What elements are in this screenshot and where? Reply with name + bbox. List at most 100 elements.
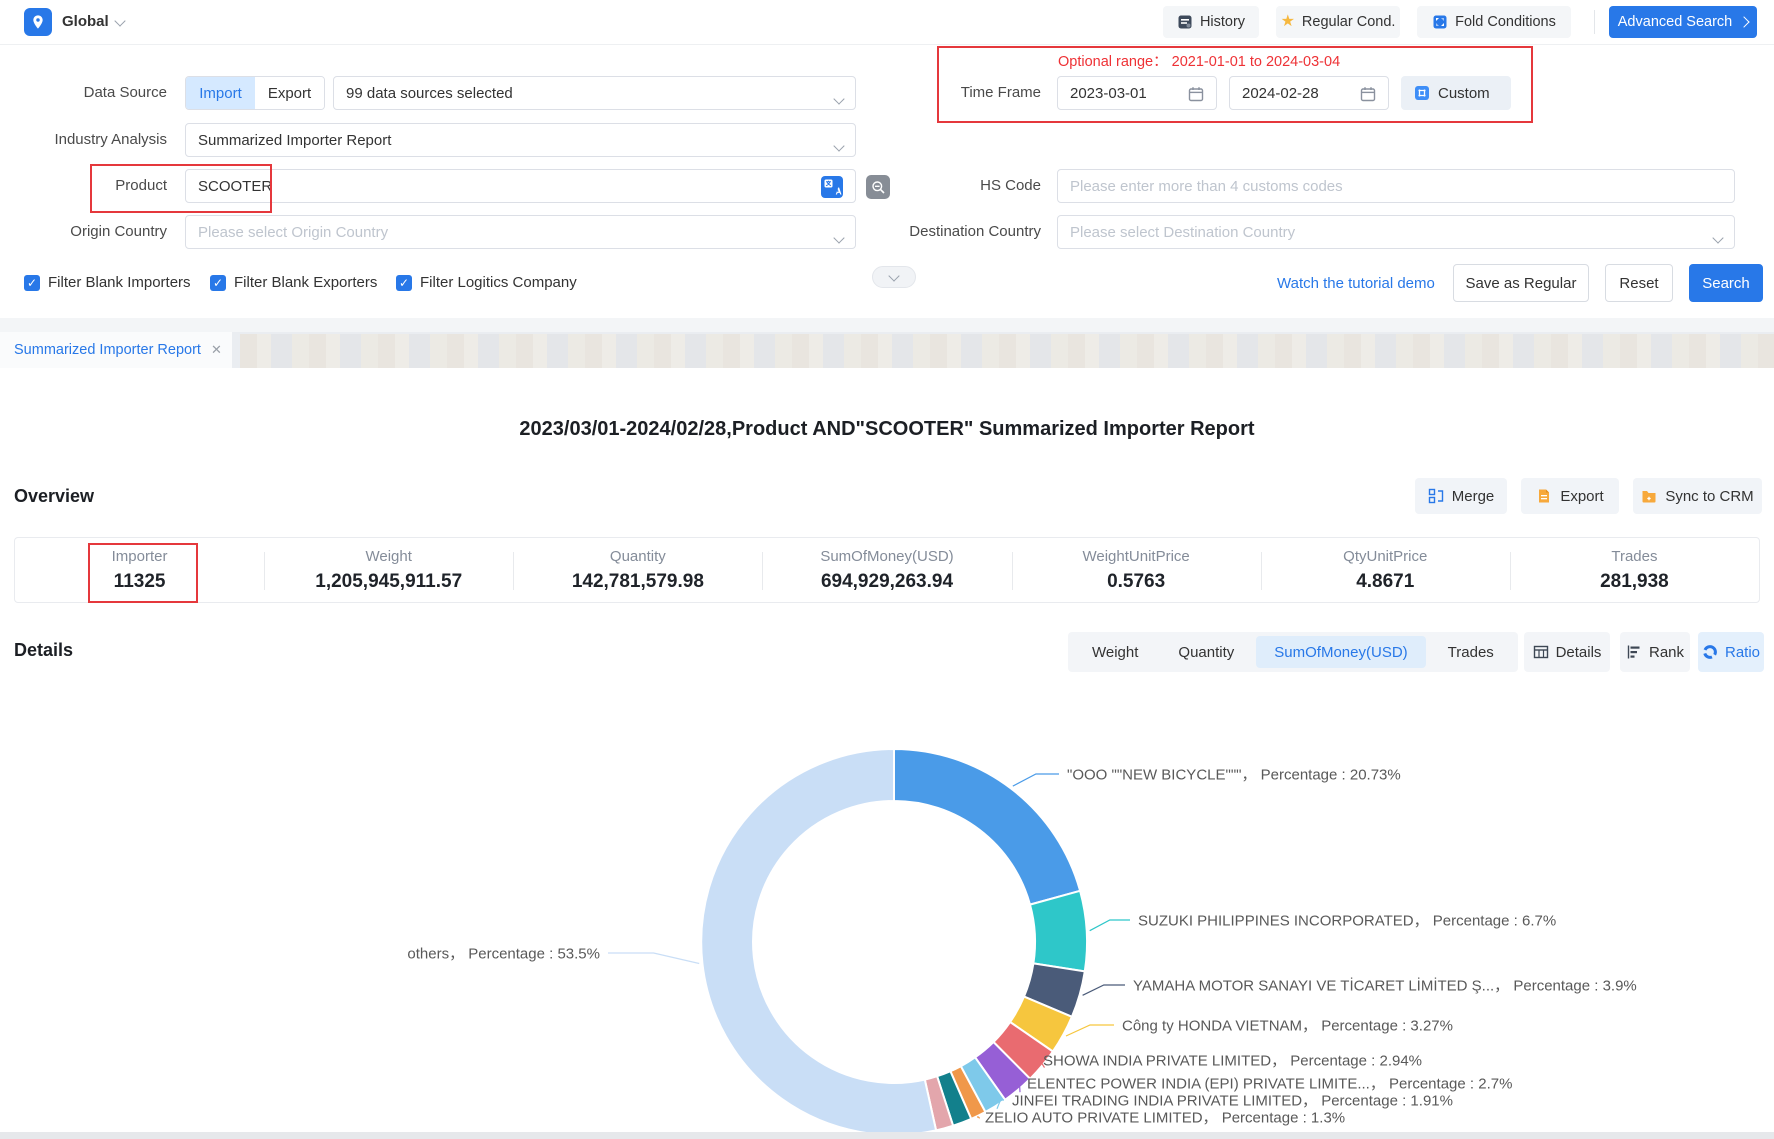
topbar: Global History ★ Regular Cond. Fold Cond… [0,0,1774,45]
regular-cond-button[interactable]: ★ Regular Cond. [1276,6,1400,38]
export-tab[interactable]: Export [255,77,324,109]
import-tab[interactable]: Import [186,77,255,109]
advanced-search-button[interactable]: Advanced Search [1609,6,1757,38]
filter-logitics-company-label: Filter Logitics Company [420,274,577,292]
details-heading: Details [14,640,73,661]
export-button-label: Export [1560,488,1603,505]
stat-label: WeightUnitPrice [1083,548,1190,565]
filter-blank-importers-label: Filter Blank Importers [48,274,191,292]
importer-ratio-donut-chart[interactable]: "OOO ""NEW BICYCLE"""， Percentage : 20.7… [0,660,1774,1139]
tab-title: Summarized Importer Report [14,342,201,358]
custom-icon [1414,85,1430,101]
export-icon [1536,488,1552,504]
translate-icon[interactable] [821,176,843,198]
chevron-down-icon [888,270,899,281]
stat-importer: Importer11325 [15,538,264,602]
fold-conditions-button[interactable]: Fold Conditions [1417,6,1571,38]
industry-analysis-value: Summarized Importer Report [198,132,391,149]
label-leader-line [1083,985,1125,995]
history-button-label: History [1200,14,1245,30]
blurred-tabs-area [240,334,1774,368]
chevron-down-icon [833,140,844,151]
chevron-down-icon [833,93,844,104]
industry-analysis-select[interactable]: Summarized Importer Report [185,123,856,157]
fold-conditions-icon [1432,14,1448,30]
destination-country-placeholder: Please select Destination Country [1070,224,1295,241]
stat-weight: Weight 1,205,945,911.57 [264,538,513,602]
filter-blank-importers-checkbox[interactable]: ✓ [24,275,40,291]
data-sources-select[interactable]: 99 data sources selected [333,76,856,110]
history-icon [1177,14,1193,30]
save-as-regular-button[interactable]: Save as Regular [1453,264,1589,302]
stat-label: Weight [366,548,412,565]
slice-label: others， Percentage : 53.5% [407,943,600,964]
stat-label: QtyUnitPrice [1343,548,1427,565]
search-button[interactable]: Search [1689,264,1763,302]
tab-summarized-importer-report[interactable]: Summarized Importer Report ✕ [0,332,232,368]
chevron-down-icon [833,232,844,243]
slice-label: Công ty HONDA VIETNAM， Percentage : 3.27… [1122,1015,1453,1036]
merge-icon [1428,488,1444,504]
optional-range-text: Optional range： 2021-01-01 to 2024-03-04 [1058,50,1340,71]
origin-country-select[interactable]: Please select Origin Country [185,215,856,249]
label-leader-line [608,953,699,964]
merge-button-label: Merge [1452,488,1495,505]
filter-logitics-company-checkbox[interactable]: ✓ [396,275,412,291]
hs-code-input[interactable]: Please enter more than 4 customs codes [1057,169,1735,203]
destination-country-label: Destination Country [881,215,1041,249]
pie-slice [1030,891,1087,972]
chevron-down-icon[interactable] [114,15,125,26]
stat-label: Importer [112,548,168,565]
report-tabbar: Summarized Importer Report ✕ [0,332,1774,368]
slice-label: SHOWA INDIA PRIVATE LIMITED， Percentage … [1043,1050,1422,1071]
history-button[interactable]: History [1163,6,1259,38]
view-ratio-label: Ratio [1725,644,1760,661]
report-title: 2023/03/01-2024/02/28,Product AND"SCOOTE… [0,418,1774,441]
overview-stats-panel: Importer11325 Weight 1,205,945,911.57 Qua… [14,537,1760,603]
sync-crm-icon [1641,488,1657,504]
stat-label: SumOfMoney(USD) [820,548,953,565]
reset-button[interactable]: Reset [1605,264,1673,302]
fold-conditions-button-label: Fold Conditions [1455,14,1556,30]
custom-range-button[interactable]: Custom [1401,76,1511,110]
origin-country-placeholder: Please select Origin Country [198,224,388,241]
stat-value: 4.8671 [1356,571,1414,593]
pie-slice [701,749,936,1135]
collapse-conditions-button[interactable] [872,266,916,288]
industry-analysis-label: Industry Analysis [7,123,167,157]
stat-value: 281,938 [1600,571,1669,593]
bottom-scrollbar-track[interactable] [0,1132,1774,1139]
date-start-input[interactable]: 2023-03-01 [1057,76,1217,110]
global-region-logo[interactable] [24,8,52,36]
filter-blank-exporters-label: Filter Blank Exporters [234,274,377,292]
tutorial-link[interactable]: Watch the tutorial demo [1277,275,1435,292]
date-end-input[interactable]: 2024-02-28 [1229,76,1389,110]
stat-qtyunitprice: QtyUnitPrice 4.8671 [1261,538,1510,602]
product-input[interactable]: SCOOTER [185,169,856,203]
chevron-down-icon [1712,232,1723,243]
hs-code-label: HS Code [881,169,1041,203]
merge-button[interactable]: Merge [1415,478,1507,514]
slice-label: ZELIO AUTO PRIVATE LIMITED， Percentage :… [985,1107,1345,1128]
app-root: Global History ★ Regular Cond. Fold Cond… [0,0,1774,1139]
hs-code-placeholder: Please enter more than 4 customs codes [1070,178,1343,195]
stat-label: Quantity [610,548,666,565]
stat-quantity: Quantity142,781,579.98 [513,538,762,602]
label-leader-line [1013,774,1059,786]
date-start-value: 2023-03-01 [1070,85,1147,102]
filter-blank-exporters-checkbox[interactable]: ✓ [210,275,226,291]
custom-range-label: Custom [1438,85,1490,102]
stat-value: 694,929,263.94 [821,571,953,593]
data-sources-value: 99 data sources selected [346,85,513,102]
export-button[interactable]: Export [1521,478,1619,514]
origin-country-label: Origin Country [7,215,167,249]
chevron-right-icon [1739,16,1750,27]
region-selector-label[interactable]: Global [62,0,109,44]
stat-value: 1,205,945,911.57 [315,571,462,593]
details-table-icon [1533,644,1549,660]
destination-country-select[interactable]: Please select Destination Country [1057,215,1735,249]
product-value: SCOOTER [198,178,272,195]
close-icon[interactable]: ✕ [211,342,222,358]
sync-to-crm-button[interactable]: Sync to CRM [1633,478,1762,514]
star-icon: ★ [1281,14,1295,30]
